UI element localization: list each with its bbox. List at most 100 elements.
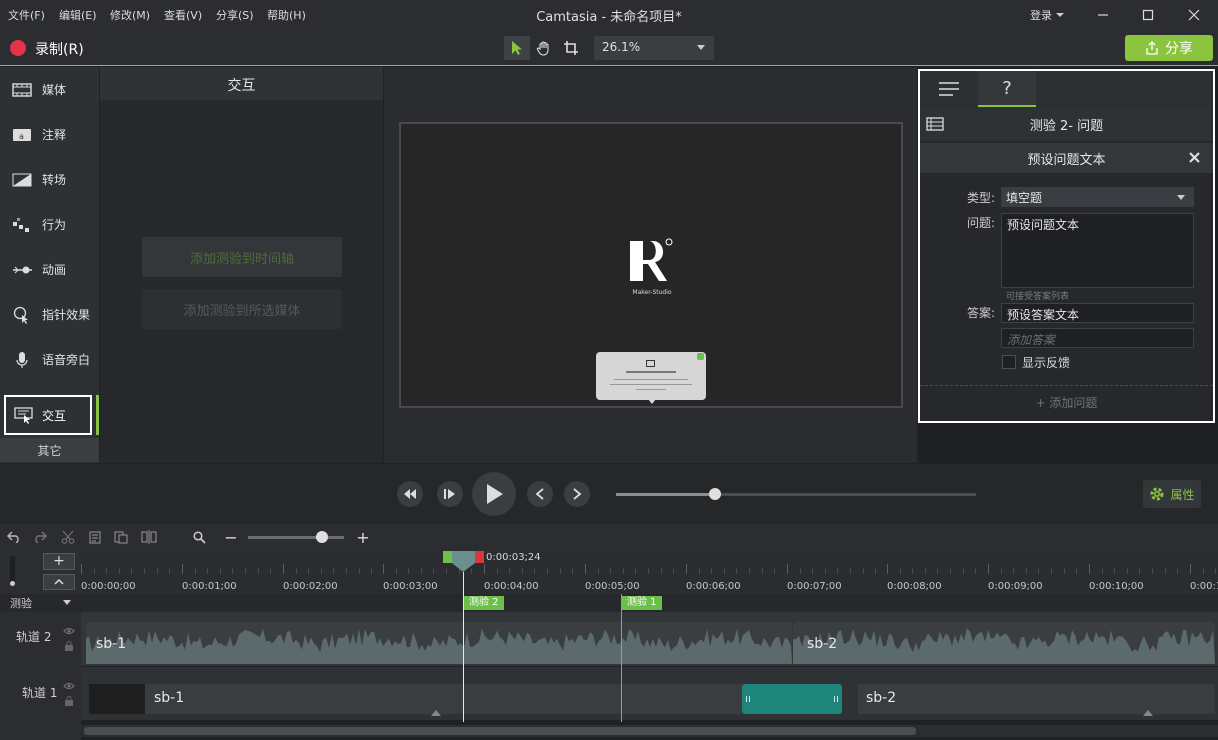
chevron-down-icon[interactable] [63, 600, 71, 605]
redo-button[interactable] [32, 529, 48, 545]
copy-button[interactable] [87, 529, 103, 545]
clip-audio-sb1[interactable]: sb-1 [86, 622, 792, 664]
eye-icon[interactable] [63, 679, 75, 693]
show-feedback-checkbox[interactable] [1002, 355, 1016, 369]
track-2-label: 轨道 2 [16, 630, 52, 644]
next-marker-button[interactable] [564, 481, 590, 507]
chevron-left-icon [535, 488, 544, 500]
selection-end-handle[interactable] [475, 551, 484, 563]
quiz-card-line [626, 371, 676, 373]
undo-button[interactable] [6, 529, 22, 545]
quiz-preview-card[interactable] [596, 352, 706, 400]
zoom-out-button[interactable]: − [223, 528, 239, 547]
pointer-icon [512, 41, 522, 55]
hand-icon [536, 41, 549, 56]
clip-thumbnail[interactable] [89, 684, 145, 714]
sidebar-item-annotations[interactable]: a 注释 [0, 112, 99, 157]
login-menu[interactable]: 登录 [1030, 7, 1064, 23]
show-feedback-label: 显示反馈 [1022, 356, 1071, 370]
sidebar-item-media[interactable]: 媒体 [0, 67, 99, 112]
properties-button[interactable]: 属性 [1143, 480, 1201, 508]
quiz-card-line [636, 389, 666, 390]
tab-quiz[interactable]: ? [978, 71, 1036, 107]
quiz-marker-1[interactable]: 测验 1 [622, 596, 662, 610]
question-type-select[interactable]: 填空题 [1001, 187, 1194, 207]
clip-label: sb-2 [807, 636, 838, 652]
ruler-minor-tick [157, 568, 158, 574]
split-button[interactable] [141, 529, 157, 545]
delete-question-button[interactable] [1189, 152, 1200, 166]
clip-marker-icon[interactable] [1143, 710, 1153, 716]
crop-tool-button[interactable] [558, 36, 584, 60]
clip-label: sb-1 [154, 690, 185, 706]
sidebar-item-animations[interactable]: 动画 [0, 247, 99, 292]
clip-marker-icon[interactable] [431, 710, 441, 716]
sidebar-item-cursor-effects[interactable]: 指针效果 [0, 292, 99, 337]
minimize-button[interactable] [1088, 4, 1118, 26]
maximize-button[interactable] [1133, 4, 1163, 26]
ruler-minor-tick [661, 568, 662, 574]
selection-start-handle[interactable] [443, 551, 452, 563]
quiz-row-label: 测验 [10, 597, 32, 610]
add-track-button[interactable]: + [43, 553, 75, 570]
add-question-button[interactable]: + 添加问题 [920, 394, 1213, 411]
add-quiz-to-media-button[interactable]: 添加测验到所选媒体 [142, 289, 342, 329]
add-quiz-to-timeline-button[interactable]: 添加测验到时间轴 [142, 237, 342, 277]
close-window-button[interactable] [1179, 4, 1209, 26]
ruler-tick [283, 564, 284, 574]
sidebar-item-other[interactable]: 其它 [0, 438, 99, 462]
clip-audio-sb2[interactable]: sb-2 [793, 622, 1215, 664]
sidebar-item-interactivity[interactable]: 交互 [4, 395, 92, 435]
ruler-minor-tick [359, 568, 360, 574]
tab-properties[interactable] [920, 71, 978, 107]
ruler-minor-tick [875, 568, 876, 574]
ruler-minor-tick [1177, 568, 1178, 574]
timeline-scrollbar-thumb[interactable] [84, 727, 916, 735]
ruler-tick [484, 564, 485, 574]
answer-field[interactable]: 预设答案文本 [1001, 303, 1194, 323]
paste-button[interactable] [113, 529, 129, 545]
record-button[interactable]: 录制(R) [8, 38, 88, 60]
lock-icon[interactable] [64, 695, 74, 709]
drag-handle[interactable] [834, 696, 838, 702]
play-button[interactable] [472, 472, 516, 516]
question-title: 测验 2- 问题 [1029, 119, 1104, 134]
clip-video-sb2[interactable]: sb-2 [858, 684, 1215, 714]
step-forward-button[interactable] [437, 481, 463, 507]
lock-icon[interactable] [64, 640, 74, 654]
ruler-minor-tick [1076, 568, 1077, 574]
eye-icon[interactable] [63, 624, 75, 638]
question-type-value: 填空题 [1006, 191, 1043, 205]
zoom-select[interactable]: 26.1% [594, 36, 714, 60]
clip-transition[interactable] [742, 684, 842, 714]
question-text-field[interactable]: 预设问题文本 [1001, 213, 1194, 288]
timeline-zoom-handle[interactable] [316, 531, 328, 543]
clip-video-sb1[interactable]: sb-1 [145, 684, 742, 714]
quiz-card-line [614, 379, 688, 380]
timeline-ruler[interactable] [81, 550, 1218, 594]
add-answer-field[interactable]: 添加答案 [1001, 328, 1194, 348]
select-tool-button[interactable] [504, 36, 530, 60]
pan-tool-button[interactable] [531, 36, 557, 60]
scrubber-handle[interactable] [709, 488, 721, 500]
sidebar-item-behaviors[interactable]: 行为 [0, 202, 99, 247]
ruler-minor-tick [321, 568, 322, 574]
playhead-handle[interactable] [452, 551, 475, 563]
sidebar-item-voice-narration[interactable]: 语音旁白 [0, 337, 99, 382]
zoom-in-button[interactable]: + [355, 528, 371, 547]
collapse-tracks-button[interactable] [43, 574, 75, 590]
ruler-minor-tick [762, 568, 763, 574]
sidebar-item-transitions[interactable]: 转场 [0, 157, 99, 202]
timeline-zoom-track[interactable] [248, 536, 344, 539]
ruler-minor-tick [937, 568, 938, 574]
step-back-button[interactable] [397, 481, 423, 507]
ruler-minor-tick [950, 568, 951, 574]
share-button[interactable]: 分享 [1125, 35, 1213, 61]
ruler-minor-tick [912, 568, 913, 574]
cut-button[interactable] [60, 529, 76, 545]
ruler-minor-tick [825, 568, 826, 574]
previous-marker-button[interactable] [527, 481, 553, 507]
drag-handle[interactable] [746, 696, 750, 702]
quiz-marker-2[interactable]: 测验 2 [464, 596, 504, 610]
ruler-minor-tick [673, 568, 674, 574]
